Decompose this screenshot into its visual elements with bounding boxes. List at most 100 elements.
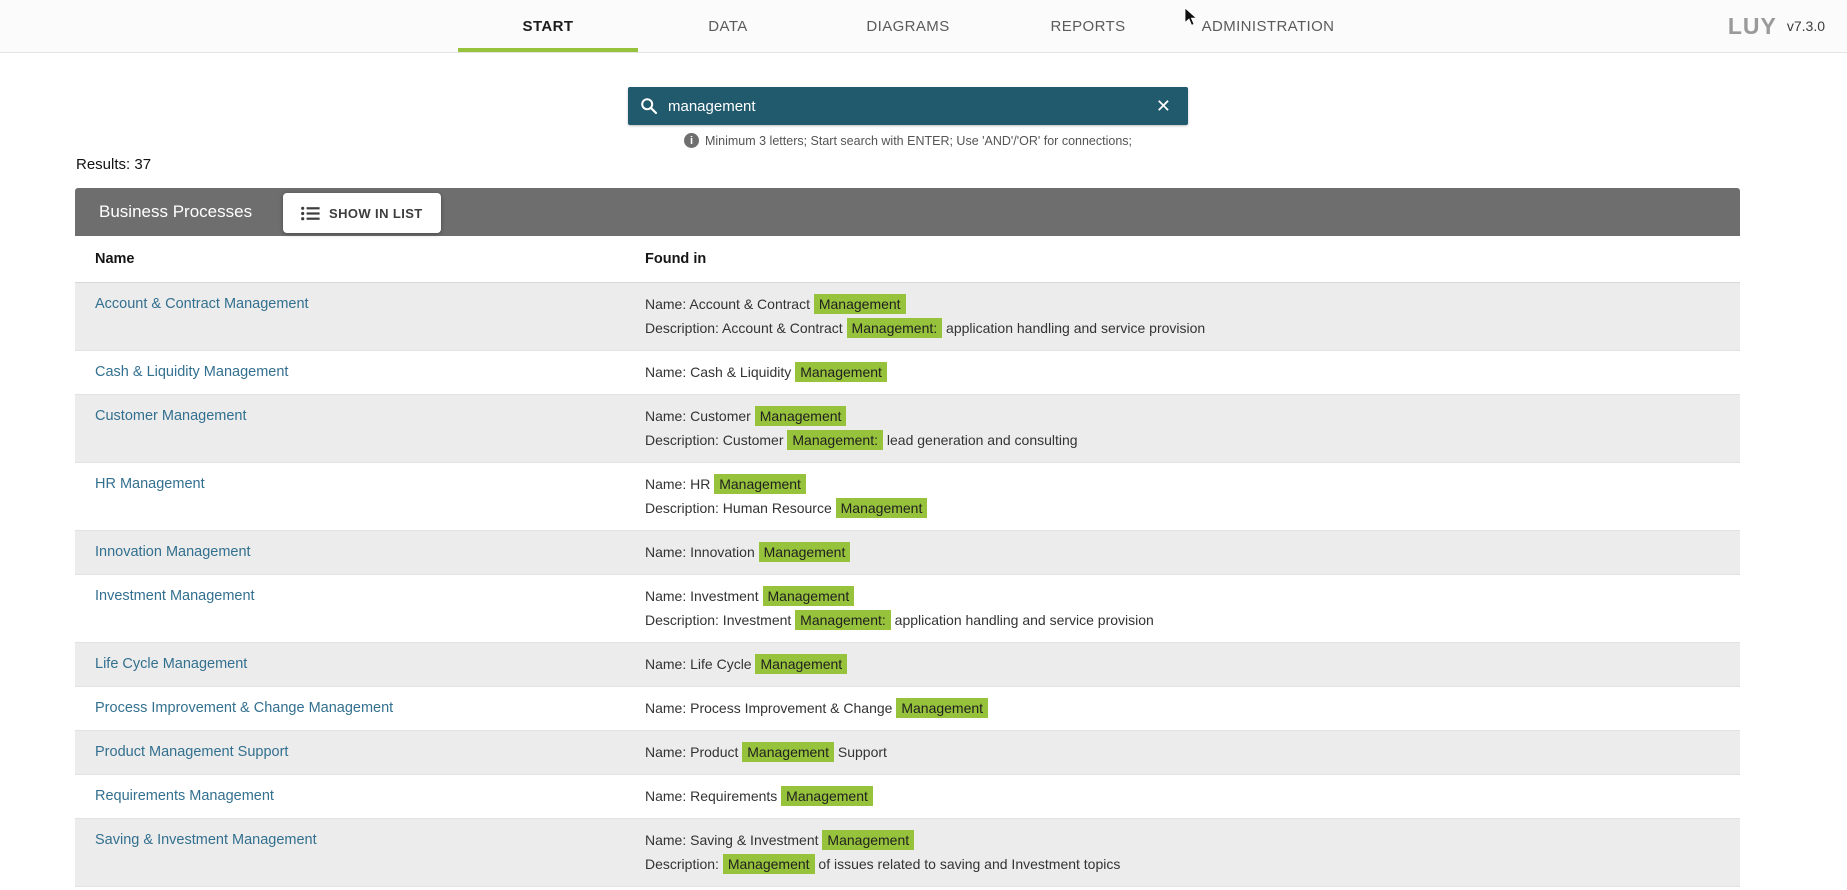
tab-administration[interactable]: ADMINISTRATION <box>1178 0 1358 52</box>
found-in-text: Description: Investment <box>645 612 795 628</box>
found-in-text: application handling and service provisi… <box>891 612 1154 628</box>
show-in-list-label: SHOW IN LIST <box>329 206 423 221</box>
search-icon <box>640 97 658 115</box>
found-in-cell: Name: Cash & Liquidity Management <box>645 360 1740 384</box>
table-row: Saving & Investment ManagementName: Savi… <box>75 819 1740 887</box>
found-in-line: Name: Life Cycle Management <box>645 652 1720 676</box>
found-in-cell: Name: Customer ManagementDescription: Cu… <box>645 404 1740 452</box>
search-hint-text: Minimum 3 letters; Start search with ENT… <box>705 134 1132 148</box>
found-in-line: Name: Process Improvement & Change Manag… <box>645 696 1720 720</box>
found-in-text: of issues related to saving and Investme… <box>815 856 1121 872</box>
found-in-text: Description: Human Resource <box>645 500 836 516</box>
search-term-highlight: Management <box>763 586 855 606</box>
search-term-highlight: Management <box>822 830 914 850</box>
found-in-cell: Name: Investment ManagementDescription: … <box>645 584 1740 632</box>
clear-search-icon[interactable]: ✕ <box>1151 95 1176 117</box>
found-in-line: Name: Investment Management <box>645 584 1720 608</box>
table-row: HR ManagementName: HR ManagementDescript… <box>75 463 1740 531</box>
found-in-line: Name: Customer Management <box>645 404 1720 428</box>
show-in-list-button[interactable]: SHOW IN LIST <box>283 193 441 233</box>
process-name-link[interactable]: Saving & Investment Management <box>75 828 645 852</box>
found-in-text: lead generation and consulting <box>883 432 1078 448</box>
found-in-cell: Name: Requirements Management <box>645 784 1740 808</box>
search-term-highlight: Management: <box>795 610 891 630</box>
found-in-line: Description: Customer Management: lead g… <box>645 428 1720 452</box>
app-logo: LUY <box>1728 13 1777 40</box>
found-in-text: Description: Account & Contract <box>645 320 847 336</box>
results-count: Results: 37 <box>76 156 151 173</box>
mouse-cursor-icon <box>1184 7 1199 27</box>
process-name-link[interactable]: Life Cycle Management <box>75 652 645 676</box>
found-in-text: Name: Customer <box>645 408 755 424</box>
table-row: Life Cycle ManagementName: Life Cycle Ma… <box>75 643 1740 687</box>
table-header-row: Name Found in <box>75 236 1740 283</box>
search-term-highlight: Management <box>896 698 988 718</box>
found-in-cell: Name: Product Management Support <box>645 740 1740 764</box>
found-in-text: Name: Process Improvement & Change <box>645 700 896 716</box>
process-name-link[interactable]: HR Management <box>75 472 645 496</box>
table-row: Account & Contract ManagementName: Accou… <box>75 283 1740 351</box>
table-row: Process Improvement & Change ManagementN… <box>75 687 1740 731</box>
tab-data[interactable]: DATA <box>638 0 818 52</box>
found-in-line: Name: HR Management <box>645 472 1720 496</box>
process-name-link[interactable]: Cash & Liquidity Management <box>75 360 645 384</box>
found-in-line: Description: Management of issues relate… <box>645 852 1720 876</box>
search-input[interactable]: management ✕ <box>628 87 1188 125</box>
found-in-text: Name: Requirements <box>645 788 781 804</box>
found-in-text: Description: Customer <box>645 432 787 448</box>
found-in-text: Description: <box>645 856 723 872</box>
top-nav-bar: STARTDATADIAGRAMSREPORTSADMINISTRATION L… <box>0 0 1847 53</box>
found-in-cell: Name: Innovation Management <box>645 540 1740 564</box>
column-header-name: Name <box>75 251 645 267</box>
search-term-highlight: Management <box>814 294 906 314</box>
info-icon: i <box>684 133 699 148</box>
found-in-line: Name: Product Management Support <box>645 740 1720 764</box>
tab-diagrams[interactable]: DIAGRAMS <box>818 0 998 52</box>
table-row: Cash & Liquidity ManagementName: Cash & … <box>75 351 1740 395</box>
search-term-highlight: Management <box>836 498 928 518</box>
process-name-link[interactable]: Product Management Support <box>75 740 645 764</box>
process-name-link[interactable]: Customer Management <box>75 404 645 428</box>
found-in-cell: Name: Account & Contract ManagementDescr… <box>645 292 1740 340</box>
found-in-text: Name: Product <box>645 744 742 760</box>
found-in-text: Name: HR <box>645 476 714 492</box>
app-version: v7.3.0 <box>1787 18 1825 34</box>
tab-reports[interactable]: REPORTS <box>998 0 1178 52</box>
found-in-line: Name: Cash & Liquidity Management <box>645 360 1720 384</box>
process-name-link[interactable]: Account & Contract Management <box>75 292 645 316</box>
found-in-line: Description: Account & Contract Manageme… <box>645 316 1720 340</box>
search-term-highlight: Management: <box>787 430 883 450</box>
found-in-line: Name: Innovation Management <box>645 540 1720 564</box>
found-in-line: Description: Human Resource Management <box>645 496 1720 520</box>
found-in-cell: Name: Saving & Investment ManagementDesc… <box>645 828 1740 876</box>
process-name-link[interactable]: Investment Management <box>75 584 645 608</box>
search-term-highlight: Management <box>714 474 806 494</box>
table-row: Requirements ManagementName: Requirement… <box>75 775 1740 819</box>
found-in-line: Description: Investment Management: appl… <box>645 608 1720 632</box>
search-term-highlight: Management <box>723 854 815 874</box>
found-in-text: Name: Life Cycle <box>645 656 755 672</box>
process-name-link[interactable]: Innovation Management <box>75 540 645 564</box>
found-in-text: application handling and service provisi… <box>942 320 1205 336</box>
search-term-highlight: Management: <box>847 318 943 338</box>
found-in-text: Name: Account & Contract <box>645 296 814 312</box>
found-in-line: Name: Account & Contract Management <box>645 292 1720 316</box>
found-in-line: Name: Requirements Management <box>645 784 1720 808</box>
search-term-highlight: Management <box>759 542 851 562</box>
table-row: Customer ManagementName: Customer Manage… <box>75 395 1740 463</box>
process-name-link[interactable]: Requirements Management <box>75 784 645 808</box>
process-name-link[interactable]: Process Improvement & Change Management <box>75 696 645 720</box>
found-in-text: Support <box>834 744 887 760</box>
found-in-text: Name: Innovation <box>645 544 759 560</box>
found-in-text: Name: Saving & Investment <box>645 832 822 848</box>
search-term-highlight: Management <box>755 654 847 674</box>
list-icon <box>301 206 320 221</box>
tab-start[interactable]: START <box>458 0 638 52</box>
table-row: Investment ManagementName: Investment Ma… <box>75 575 1740 643</box>
found-in-cell: Name: Life Cycle Management <box>645 652 1740 676</box>
search-term-highlight: Management <box>781 786 873 806</box>
section-header-bar: Business Processes SHOW IN LIST <box>75 188 1740 236</box>
search-term-highlight: Management <box>795 362 887 382</box>
section-title: Business Processes <box>99 202 252 222</box>
found-in-text: Name: Investment <box>645 588 763 604</box>
